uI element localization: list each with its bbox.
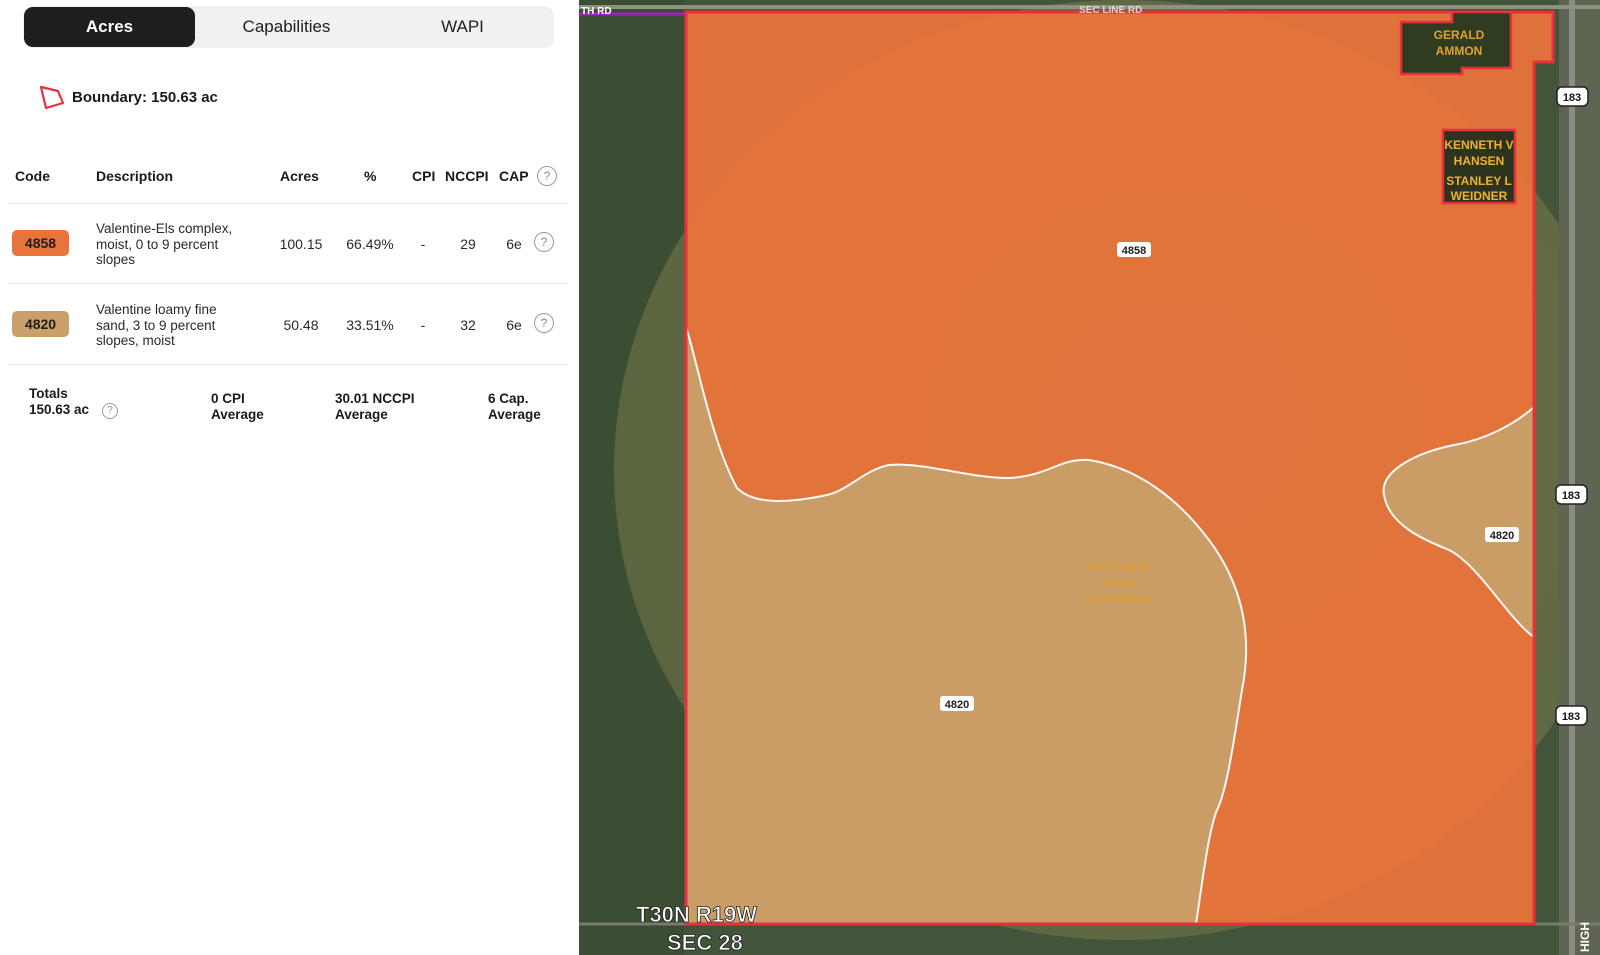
acres-value: 100.15: [279, 236, 323, 252]
road-label: SEC LINE RD: [1079, 5, 1142, 16]
cap-value: 6e: [506, 236, 522, 252]
cap-average: 6 Cap. Average: [488, 391, 541, 423]
owner-label: STANLEY L: [1446, 174, 1512, 188]
highway-strip: [1559, 0, 1600, 955]
map-view[interactable]: GERALD AMMON KENNETH V HANSEN STANLEY L …: [579, 0, 1600, 955]
nccpi-average: 30.01 NCCPI Average: [335, 391, 415, 423]
svg-text:183: 183: [1562, 711, 1580, 723]
col-header-cpi: CPI: [412, 168, 436, 184]
owner-label: POPOWSKI: [1086, 592, 1152, 606]
row-help-icon[interactable]: ?: [534, 232, 554, 252]
svg-text:4820: 4820: [1490, 530, 1514, 542]
owner-label: KENNETH V: [1444, 138, 1513, 152]
owner-label: GERALD: [1434, 28, 1485, 42]
zone-label-4820-east: 4820: [1485, 527, 1519, 542]
parcel-gerald-ammon[interactable]: GERALD AMMON: [1399, 10, 1513, 76]
totals-block: Totals 150.63 ac: [29, 386, 89, 418]
divider: [8, 283, 568, 284]
cpi-average: 0 CPI Average: [211, 391, 264, 423]
soil-description: Valentine-Els complex, moist, 0 to 9 per…: [96, 221, 266, 268]
tab-wapi[interactable]: WAPI: [377, 7, 548, 47]
boundary-label: Boundary: 150.63 ac: [72, 88, 218, 106]
col-header-code: Code: [15, 168, 50, 184]
soil-code-badge: 4858: [12, 230, 69, 256]
description-line: slopes: [96, 252, 136, 267]
owner-label: HANSEN: [1454, 154, 1505, 168]
section-label: SEC 28: [667, 930, 743, 955]
svg-text:4820: 4820: [945, 699, 969, 711]
zone-label-4820: 4820: [940, 696, 974, 711]
acres-value: 50.48: [283, 317, 319, 333]
cpi-value: -: [420, 317, 426, 333]
cpi-average-label: Average: [211, 407, 264, 422]
owner-label: AMMON: [1436, 44, 1483, 58]
description-line: moist, 0 to 9 percent: [96, 236, 219, 252]
cap-help-icon[interactable]: ?: [537, 166, 557, 186]
description-line: slopes, moist: [96, 333, 175, 348]
description-line: sand, 3 to 9 percent: [96, 317, 216, 333]
owner-label: WEIDNER: [1451, 189, 1508, 203]
tab-acres[interactable]: Acres: [24, 7, 195, 47]
description-line: Valentine loamy fine: [96, 302, 217, 317]
soil-panel: Acres Capabilities WAPI Boundary: 150.63…: [0, 0, 579, 955]
cpi-average-value: 0 CPI: [211, 391, 245, 406]
divider: [8, 203, 568, 204]
percent-value: 66.49%: [346, 236, 394, 252]
description-line: Valentine-Els complex,: [96, 221, 233, 236]
soil-description: Valentine loamy fine sand, 3 to 9 percen…: [96, 302, 266, 349]
highway-shield-icon: 183: [1555, 705, 1588, 726]
road-label: HIGH: [1578, 922, 1592, 952]
view-tab-bar: Acres Capabilities WAPI: [23, 6, 554, 48]
cap-average-value: 6 Cap.: [488, 391, 529, 406]
owner-label: MATTHEW: [1089, 560, 1150, 574]
owner-label: JOHN: [1102, 576, 1135, 590]
row-help-icon[interactable]: ?: [534, 313, 554, 333]
boundary-summary: Boundary: 150.63 ac: [38, 82, 218, 112]
col-header-cap: CAP: [499, 168, 529, 184]
totals-help-icon[interactable]: ?: [102, 403, 118, 419]
col-header-nccpi: NCCPI: [445, 168, 489, 184]
zone-label-4858: 4858: [1117, 242, 1151, 257]
totals-acres: 150.63 ac: [29, 402, 90, 417]
nccpi-average-value: 30.01 NCCPI: [335, 391, 415, 406]
nccpi-value: 29: [460, 236, 476, 252]
map-canvas[interactable]: GERALD AMMON KENNETH V HANSEN STANLEY L …: [579, 0, 1600, 955]
cap-average-label: Average: [488, 407, 541, 422]
parcel-hansen-weidner[interactable]: KENNETH V HANSEN STANLEY L WEIDNER: [1441, 128, 1517, 205]
svg-text:4858: 4858: [1122, 245, 1146, 257]
cap-value: 6e: [506, 317, 522, 333]
tab-capabilities[interactable]: Capabilities: [201, 7, 372, 47]
polygon-outline-icon: [39, 85, 65, 110]
col-header-description: Description: [96, 168, 174, 184]
township-label: T30N R19W: [636, 902, 757, 927]
totals-label: Totals: [29, 386, 68, 401]
nccpi-value: 32: [460, 317, 476, 333]
highway-shield-icon: 183: [1555, 484, 1588, 505]
col-header-acres: Acres: [280, 168, 319, 184]
nccpi-average-label: Average: [335, 407, 388, 422]
divider: [8, 364, 568, 365]
highway-shield-icon: 183: [1556, 86, 1589, 107]
svg-text:183: 183: [1562, 490, 1580, 502]
soil-code-badge: 4820: [12, 311, 69, 337]
cpi-value: -: [420, 236, 426, 252]
road-label: TH RD: [581, 6, 612, 17]
col-header-percent: %: [364, 168, 377, 184]
svg-text:183: 183: [1563, 92, 1581, 104]
percent-value: 33.51%: [346, 317, 394, 333]
